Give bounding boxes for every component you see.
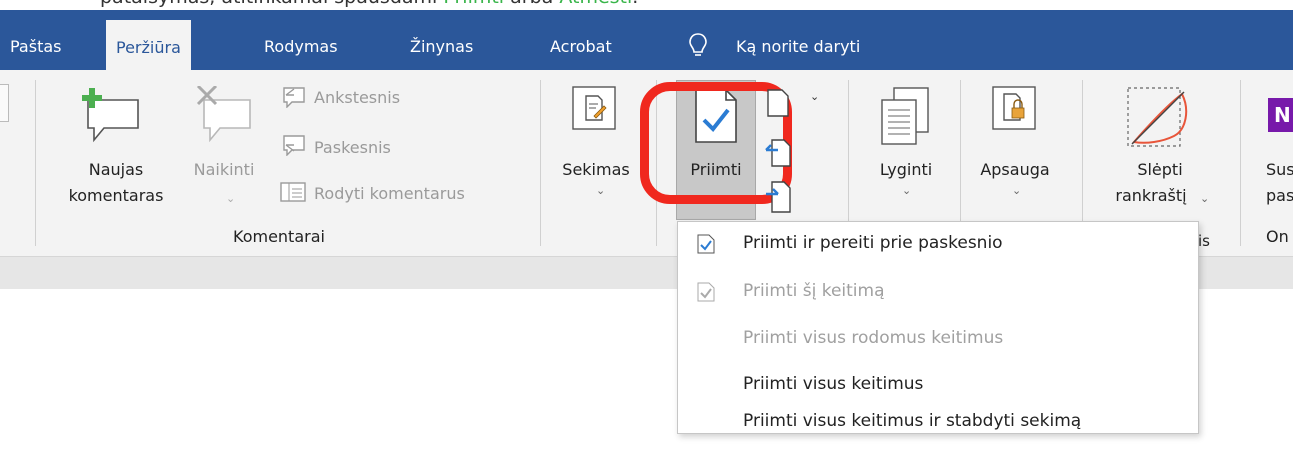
previous-label[interactable]: Ankstesnis — [314, 88, 400, 107]
group-separator — [35, 80, 36, 246]
doc-text-before: pataisymas, atitinkamai spausdami — [100, 0, 443, 8]
menu-accept-all-stop-tracking[interactable]: Priimti visus keitimus ir stabdyti sekim… — [678, 402, 1198, 442]
onenote-label-2[interactable]: pas — [1266, 186, 1293, 205]
tab-acrobat[interactable]: Acrobat — [550, 20, 612, 70]
next-change-icon[interactable] — [764, 180, 794, 214]
onenote-icon[interactable]: N — [1268, 98, 1293, 132]
reject-chevron-icon[interactable]: ⌄ — [810, 90, 819, 103]
tab-review[interactable]: Peržiūra — [106, 20, 191, 71]
hide-ink-icon[interactable] — [1126, 86, 1192, 150]
track-changes-icon[interactable] — [572, 86, 616, 130]
new-comment-label-2[interactable]: komentaras — [66, 186, 166, 205]
onenote-label-1[interactable]: Sus — [1266, 160, 1293, 179]
accept-move-next-icon — [697, 234, 715, 254]
accept-this-change-icon — [697, 282, 715, 302]
doc-text-reject: Atmesti — [559, 0, 632, 8]
clipped-button-edge — [0, 84, 9, 122]
tab-help[interactable]: Žinynas — [410, 20, 473, 70]
hide-ink-label-2[interactable]: rankraštį — [1106, 186, 1196, 205]
doc-text-accept: Priimti — [443, 0, 504, 8]
next-comment-icon[interactable] — [278, 132, 308, 156]
document-text-line: pataisymas, atitinkamai spausdami Priimt… — [100, 0, 638, 8]
compare-icon[interactable] — [880, 86, 932, 148]
lightbulb-icon[interactable] — [688, 32, 708, 60]
protect-label[interactable]: Apsauga — [970, 160, 1060, 179]
ink-group-label-fragment: is — [1198, 232, 1210, 250]
show-comments-label[interactable]: Rodyti komentarus — [314, 184, 465, 203]
menu-item-label: Priimti visus keitimus ir stabdyti sekim… — [743, 411, 1082, 431]
tell-me-search[interactable]: Ką norite daryti — [736, 20, 860, 70]
menu-accept-all-shown[interactable]: Priimti visus rodomus keitimus — [678, 319, 1198, 359]
menu-item-label: Priimti visus rodomus keitimus — [743, 328, 1004, 348]
show-comments-icon[interactable] — [278, 180, 308, 204]
doc-text-after: . — [632, 0, 638, 8]
tab-mailings[interactable]: Paštas — [10, 20, 61, 70]
comments-group-label: Komentarai — [233, 227, 325, 246]
menu-item-label: Priimti šį keitimą — [743, 281, 885, 301]
hide-ink-chevron-icon[interactable]: ⌄ — [1200, 192, 1209, 205]
protect-chevron-icon[interactable]: ⌄ — [1012, 184, 1021, 197]
tracking-label[interactable]: Sekimas — [556, 160, 636, 179]
tab-view[interactable]: Rodymas — [264, 20, 338, 70]
menu-item-label: Priimti ir pereiti prie paskesnio — [743, 233, 1003, 253]
menu-accept-this-change[interactable]: Priimti šį keitimą — [678, 272, 1198, 312]
previous-comment-icon[interactable] — [278, 84, 308, 108]
protect-icon[interactable] — [992, 86, 1036, 130]
group-separator — [540, 80, 541, 246]
delete-comment-icon[interactable] — [194, 86, 256, 144]
reject-change-icon[interactable] — [764, 88, 794, 118]
compare-chevron-icon[interactable]: ⌄ — [902, 184, 911, 197]
previous-change-icon[interactable] — [764, 138, 794, 168]
doc-text-mid: arba — [504, 0, 559, 8]
next-label[interactable]: Paskesnis — [314, 138, 391, 157]
delete-label[interactable]: Naikinti — [183, 160, 265, 179]
compare-label[interactable]: Lyginti — [866, 160, 946, 179]
menu-accept-and-move-next[interactable]: Priimti ir pereiti prie paskesnio — [678, 224, 1198, 264]
hide-ink-label-1[interactable]: Slėpti — [1120, 160, 1200, 179]
delete-chevron-icon[interactable]: ⌄ — [226, 192, 235, 205]
new-comment-label-1[interactable]: Naujas — [66, 160, 166, 179]
new-comment-icon[interactable] — [82, 86, 144, 144]
menu-accept-all[interactable]: Priimti visus keitimus — [678, 365, 1198, 405]
document-top-strip: pataisymas, atitinkamai spausdami Priimt… — [0, 0, 1293, 10]
ribbon-tab-bar: Paštas Peržiūra Rodymas Žinynas Acrobat … — [0, 10, 1293, 71]
onenote-group-label: On — [1266, 227, 1289, 246]
tracking-chevron-icon[interactable]: ⌄ — [596, 184, 605, 197]
accept-dropdown-menu: Priimti ir pereiti prie paskesnio Priimt… — [677, 221, 1199, 434]
menu-item-label: Priimti visus keitimus — [743, 374, 924, 394]
group-separator — [1240, 80, 1241, 246]
